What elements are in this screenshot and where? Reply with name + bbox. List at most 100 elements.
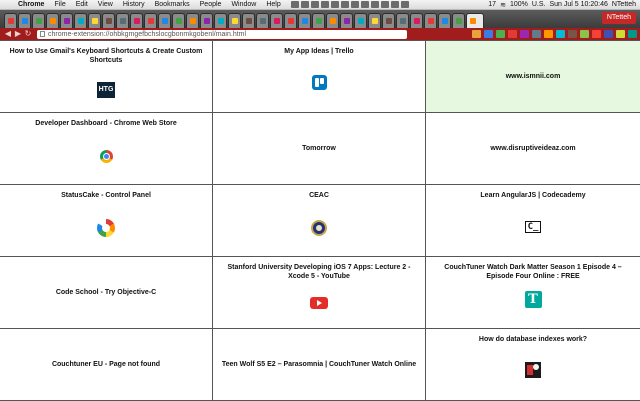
browser-tab[interactable] — [438, 13, 451, 28]
browser-tab[interactable] — [382, 13, 395, 28]
status-app-icon[interactable] — [300, 1, 309, 8]
battery-level[interactable]: 100% — [510, 1, 528, 8]
site-tile[interactable]: My App Ideas | Trello — [213, 41, 426, 113]
htg-icon: HTG — [97, 82, 115, 98]
status-app-icon[interactable] — [380, 1, 389, 8]
browser-tab[interactable] — [270, 13, 283, 28]
browser-tab[interactable] — [452, 13, 465, 28]
browser-tab[interactable] — [228, 13, 241, 28]
profile-button[interactable]: NTetteh — [601, 12, 636, 24]
site-tile[interactable]: Learn AngularJS | Codecademy C_ — [426, 185, 640, 257]
reload-button[interactable]: ↻ — [23, 29, 33, 39]
browser-tab[interactable] — [172, 13, 185, 28]
browser-tab[interactable] — [60, 13, 73, 28]
site-tile[interactable]: Developer Dashboard - Chrome Web Store — [0, 113, 213, 185]
status-app-icon[interactable] — [360, 1, 369, 8]
browser-tab[interactable] — [410, 13, 423, 28]
site-tile[interactable]: Tomorrow — [213, 113, 426, 185]
site-tile[interactable]: Couchtuner EU - Page not found — [0, 329, 213, 401]
status-app-icon[interactable] — [340, 1, 349, 8]
browser-tab[interactable] — [144, 13, 157, 28]
browser-tab[interactable] — [46, 13, 59, 28]
browser-tab[interactable] — [130, 13, 143, 28]
status-app-icon[interactable] — [350, 1, 359, 8]
site-tile[interactable]: Code School - Try Objective-C — [0, 257, 213, 329]
site-tile[interactable]: Stanford University Developing iOS 7 App… — [213, 257, 426, 329]
browser-tab[interactable] — [424, 13, 437, 28]
site-tile[interactable]: www.ismnii.com — [426, 41, 640, 113]
menu-file[interactable]: File — [49, 1, 70, 8]
browser-tab[interactable] — [102, 13, 115, 28]
browser-tab[interactable] — [396, 13, 409, 28]
browser-tab[interactable] — [368, 13, 381, 28]
browser-tab[interactable] — [18, 13, 31, 28]
browser-tab[interactable] — [284, 13, 297, 28]
input-source[interactable]: U.S. — [532, 1, 546, 8]
browser-tab[interactable] — [340, 13, 353, 28]
browser-tab[interactable] — [74, 13, 87, 28]
menu-view[interactable]: View — [93, 1, 118, 8]
status-app-icon[interactable] — [400, 1, 409, 8]
notification-count[interactable]: 17 — [488, 1, 496, 8]
menu-window[interactable]: Window — [226, 1, 261, 8]
site-tile[interactable]: Teen Wolf S5 E2 – Parasomnia | CouchTune… — [213, 329, 426, 401]
browser-tab[interactable] — [312, 13, 325, 28]
browser-tab[interactable] — [32, 13, 45, 28]
site-tile[interactable]: How do database indexes work? — [426, 329, 640, 401]
extension-icon[interactable] — [484, 30, 493, 38]
tab-favicon-icon — [470, 18, 476, 24]
forward-button[interactable]: ▶ — [13, 29, 23, 39]
browser-tab[interactable] — [466, 13, 484, 28]
extension-icon[interactable] — [496, 30, 505, 38]
back-button[interactable]: ◀ — [3, 29, 13, 39]
codecademy-icon-text: C_ — [524, 221, 542, 233]
extension-icon[interactable] — [532, 30, 541, 38]
status-app-icon[interactable] — [370, 1, 379, 8]
extension-icon[interactable] — [616, 30, 625, 38]
browser-tab[interactable] — [158, 13, 171, 28]
browser-tab[interactable] — [256, 13, 269, 28]
status-app-icon[interactable] — [320, 1, 329, 8]
browser-tab[interactable] — [326, 13, 339, 28]
browser-tab[interactable] — [116, 13, 129, 28]
extension-icon[interactable] — [520, 30, 529, 38]
extension-icon[interactable] — [544, 30, 553, 38]
browser-tab[interactable] — [186, 13, 199, 28]
menu-chrome[interactable]: Chrome — [13, 1, 49, 8]
menu-history[interactable]: History — [118, 1, 150, 8]
status-app-icon[interactable] — [310, 1, 319, 8]
site-tile[interactable]: How to Use Gmail's Keyboard Shortcuts & … — [0, 41, 213, 113]
extension-icon[interactable] — [592, 30, 601, 38]
site-tile[interactable]: www.disruptiveideaz.com — [426, 113, 640, 185]
browser-tab[interactable] — [214, 13, 227, 28]
extension-icon[interactable] — [556, 30, 565, 38]
extension-icon[interactable] — [580, 30, 589, 38]
tab-favicon-icon — [358, 18, 364, 24]
menu-help[interactable]: Help — [261, 1, 285, 8]
status-app-icon[interactable] — [330, 1, 339, 8]
user-name[interactable]: NTetteh — [612, 1, 636, 8]
extension-icon[interactable] — [508, 30, 517, 38]
site-tile[interactable]: CEAC — [213, 185, 426, 257]
menu-edit[interactable]: Edit — [71, 1, 93, 8]
extension-icon[interactable] — [568, 30, 577, 38]
browser-tab[interactable] — [4, 13, 17, 28]
address-bar[interactable]: chrome-extension://ohbkgmgefbchslocgbonm… — [37, 29, 407, 39]
wifi-icon[interactable]: ≋ — [500, 1, 506, 9]
browser-tab[interactable] — [200, 13, 213, 28]
browser-tab[interactable] — [88, 13, 101, 28]
menu-people[interactable]: People — [195, 1, 227, 8]
extension-icon[interactable] — [472, 30, 481, 38]
site-tile[interactable]: StatusCake - Control Panel — [0, 185, 213, 257]
extension-icon[interactable] — [604, 30, 613, 38]
site-tile[interactable]: CouchTuner Watch Dark Matter Season 1 Ep… — [426, 257, 640, 329]
clock[interactable]: Sun Jul 5 10:20:46 — [549, 1, 607, 8]
status-app-icon[interactable] — [290, 1, 299, 8]
menu-bookmarks[interactable]: Bookmarks — [150, 1, 195, 8]
browser-tab[interactable] — [354, 13, 367, 28]
browser-tab[interactable] — [242, 13, 255, 28]
extension-icon[interactable] — [628, 30, 637, 38]
status-app-icon[interactable] — [390, 1, 399, 8]
browser-tab[interactable] — [298, 13, 311, 28]
tab-favicon-icon — [316, 18, 322, 24]
